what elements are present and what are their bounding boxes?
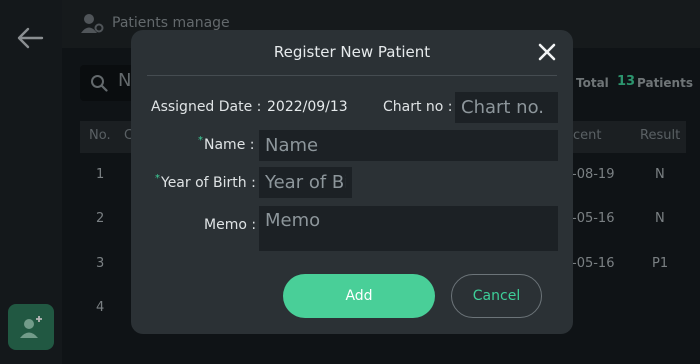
year-of-birth-label-text: Year of Birth :	[161, 175, 256, 191]
chart-no-label: Chart no :	[383, 99, 453, 115]
memo-label: Memo :	[204, 217, 257, 233]
name-label: *Name :	[198, 135, 255, 153]
memo-input[interactable]	[259, 206, 558, 251]
name-input[interactable]	[259, 130, 558, 161]
chart-no-input[interactable]	[455, 92, 558, 123]
name-label-text: Name :	[204, 137, 255, 153]
year-of-birth-label: *Year of Birth :	[155, 173, 256, 191]
assigned-date-label: Assigned Date :	[151, 99, 262, 115]
dialog-title: Register New Patient	[273, 43, 431, 61]
add-button[interactable]: Add	[283, 274, 435, 318]
assigned-date-value: 2022/09/13	[267, 99, 348, 115]
required-mark: *	[198, 135, 203, 146]
year-of-birth-input[interactable]	[259, 167, 352, 198]
close-icon[interactable]	[537, 42, 557, 62]
required-mark: *	[155, 173, 160, 184]
register-patient-dialog: Register New Patient Assigned Date : 202…	[131, 30, 573, 334]
dialog-divider	[147, 75, 557, 76]
cancel-button[interactable]: Cancel	[451, 274, 542, 318]
